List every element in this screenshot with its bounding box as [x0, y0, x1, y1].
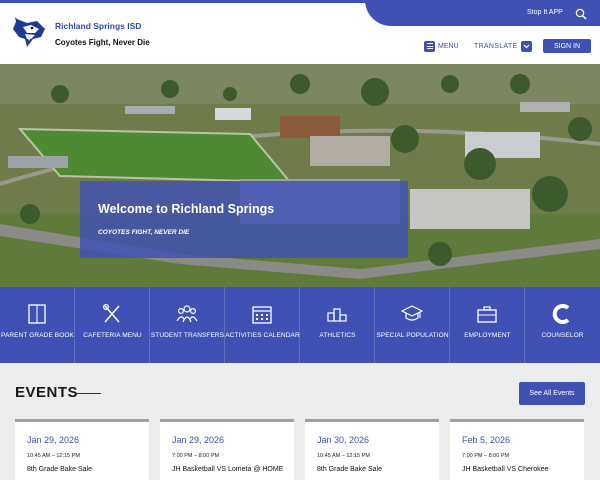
- event-card[interactable]: Feb 5, 2026 7:00 PM – 8:00 PM JH Basketb…: [450, 419, 584, 480]
- quicklink-athletics[interactable]: ATHLETICS: [300, 287, 375, 363]
- event-name: 8th Grade Bake Sale: [27, 466, 92, 473]
- quicklink-label: STUDENT TRANSFERS: [150, 332, 225, 339]
- event-time: 10:45 AM – 12:15 PM: [27, 453, 80, 459]
- podium-icon: [327, 308, 347, 322]
- event-card[interactable]: Jan 30, 2026 10:45 AM – 12:15 PM 8th Gra…: [305, 419, 439, 480]
- utensils-icon: [102, 303, 120, 323]
- hamburger-icon: [424, 40, 435, 52]
- event-name: JH Basketball VS Cherokee: [462, 466, 549, 473]
- event-date: Jan 30, 2026: [317, 435, 370, 445]
- welcome-panel: Welcome to Richland Springs COYOTES FIGH…: [80, 181, 408, 258]
- event-name: JH Basketball VS Lometa @ HOME: [172, 466, 284, 473]
- welcome-subtitle: COYOTES FIGHT, NEVER DIE: [98, 229, 190, 236]
- event-time: 7:00 PM – 8:00 PM: [462, 453, 510, 459]
- briefcase-icon: [477, 306, 497, 323]
- people-icon: [176, 305, 198, 323]
- event-card[interactable]: Jan 29, 2026 7:00 PM – 8:00 PM JH Basket…: [160, 419, 294, 480]
- see-all-events-button[interactable]: See All Events: [519, 382, 585, 405]
- menu-label: MENU: [438, 42, 459, 50]
- quicklink-label: ATHLETICS: [319, 332, 356, 339]
- coyote-logo-icon[interactable]: [11, 15, 47, 49]
- utility-bar: [365, 0, 600, 26]
- chevron-down-icon: [521, 40, 533, 52]
- event-card[interactable]: Jan 29, 2026 10:45 AM – 12:15 PM 8th Gra…: [15, 419, 149, 480]
- page: Stop It APP Richland Springs ISD Coyotes…: [0, 0, 600, 480]
- search-icon[interactable]: [575, 8, 587, 20]
- event-name: 8th Grade Bake Sale: [317, 466, 382, 473]
- district-motto: Coyotes Fight, Never Die: [55, 38, 150, 47]
- district-name[interactable]: Richland Springs ISD: [55, 21, 141, 31]
- event-time: 10:45 AM – 12:15 PM: [317, 453, 370, 459]
- menu-button[interactable]: MENU: [424, 40, 459, 52]
- calendar-icon: [252, 306, 272, 324]
- welcome-title: Welcome to Richland Springs: [98, 202, 275, 216]
- quicklink-cafeteria-menu[interactable]: CAFETERIA MENU: [75, 287, 150, 363]
- events-section: EVENTS See All Events Jan 29, 2026 10:45…: [0, 363, 600, 480]
- graduation-cap-icon: [401, 305, 423, 321]
- sign-in-button[interactable]: SIGN IN: [543, 39, 591, 53]
- counselor-c-icon: [552, 304, 570, 324]
- quicklink-activities-calendar[interactable]: ACTIVITIES CALENDAR: [225, 287, 300, 363]
- quicklink-label: EMPLOYMENT: [464, 332, 511, 339]
- site-header: Stop It APP Richland Springs ISD Coyotes…: [0, 0, 600, 64]
- hero-banner: Welcome to Richland Springs COYOTES FIGH…: [0, 64, 600, 287]
- quicklink-counselor[interactable]: COUNSELOR: [525, 287, 600, 363]
- quicklink-student-transfers[interactable]: STUDENT TRANSFERS: [150, 287, 225, 363]
- translate-button[interactable]: TRANSLATE: [474, 40, 533, 52]
- quicklink-parent-grade-book[interactable]: PARENT GRADE BOOK: [0, 287, 75, 363]
- quicklink-employment[interactable]: EMPLOYMENT: [450, 287, 525, 363]
- event-date: Jan 29, 2026: [27, 435, 80, 445]
- quicklink-label: CAFETERIA MENU: [83, 332, 142, 339]
- quicklink-special-population[interactable]: SPECIAL POPULATION: [375, 287, 450, 363]
- event-time: 7:00 PM – 8:00 PM: [172, 453, 220, 459]
- translate-label: TRANSLATE: [474, 42, 518, 50]
- heading-divider: [75, 393, 101, 394]
- event-date: Jan 29, 2026: [172, 435, 225, 445]
- quicklink-label: COUNSELOR: [541, 332, 584, 339]
- quicklink-label: PARENT GRADE BOOK: [1, 332, 74, 339]
- event-date: Feb 5, 2026: [462, 435, 511, 445]
- quick-links-bar: PARENT GRADE BOOK CAFETERIA MENU STUDENT…: [0, 287, 600, 363]
- quicklink-label: ACTIVITIES CALENDAR: [225, 332, 300, 339]
- book-icon: [28, 304, 46, 324]
- events-heading: EVENTS: [15, 384, 79, 401]
- quicklink-label: SPECIAL POPULATION: [376, 332, 449, 339]
- stop-it-app-link[interactable]: Stop It APP: [527, 9, 563, 16]
